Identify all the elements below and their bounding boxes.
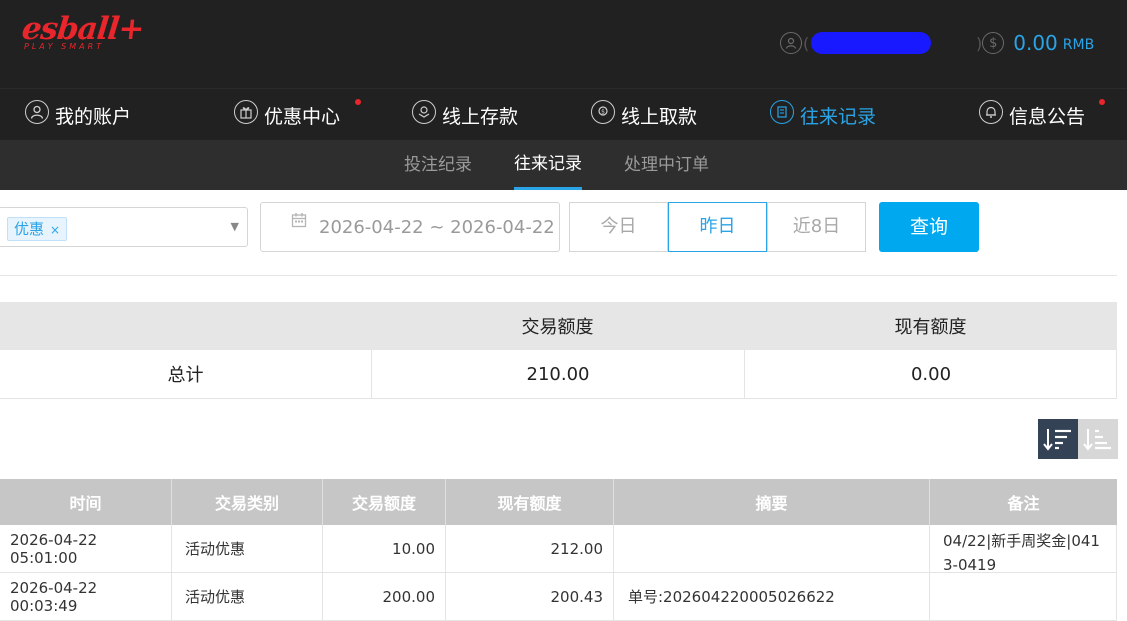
date-range-value: 2026-04-22 ~ 2026-04-22 (319, 217, 555, 238)
nav-item-label: 线上取款 (621, 102, 697, 129)
remove-tag-icon[interactable]: × (50, 223, 60, 237)
cell-balance: 212.00 (446, 525, 614, 572)
user-icon (780, 32, 802, 54)
tab-bet-records[interactable]: 投注纪录 (404, 140, 472, 190)
column-summary[interactable]: 摘要 (614, 479, 930, 525)
svg-text:$: $ (601, 109, 605, 116)
nav-item-label: 我的账户 (55, 102, 131, 129)
notification-dot (1099, 99, 1105, 105)
withdraw-icon: $ (591, 100, 615, 124)
last-8-days-button[interactable]: 近8日 (767, 202, 866, 252)
sort-descending-icon (1043, 426, 1073, 452)
sort-ascending-button[interactable] (1078, 419, 1118, 459)
logo[interactable]: esball+ PLAY SMART (22, 12, 143, 51)
column-remarks[interactable]: 备注 (930, 479, 1117, 525)
nav-item-my-account[interactable]: 我的账户 (25, 89, 131, 141)
logo-text: esball+ (20, 12, 145, 46)
tab-transaction-records[interactable]: 往来记录 (514, 140, 582, 190)
nav-item-label: 线上存款 (442, 102, 518, 129)
summary-header-amount: 交易额度 (371, 302, 744, 350)
nav-item-transactions[interactable]: 往来记录 (770, 89, 876, 141)
summary-total-amount: 210.00 (371, 350, 744, 398)
sort-ascending-icon (1083, 426, 1113, 452)
nav-item-label: 优惠中心 (264, 102, 340, 129)
column-balance[interactable]: 现有额度 (446, 479, 614, 525)
balance-amount: 0.00 (1013, 31, 1058, 55)
table-row: 2026-04-22 00:03:49 活动优惠 200.00 200.43 单… (0, 573, 1117, 621)
gift-icon (234, 100, 258, 124)
column-time[interactable]: 时间 (0, 479, 172, 525)
username-bracket: ( (803, 34, 809, 53)
divider (0, 275, 1117, 276)
selected-type-label: 优惠 (14, 220, 44, 238)
summary-total-label: 总计 (0, 350, 371, 398)
column-amount[interactable]: 交易额度 (323, 479, 446, 525)
user-info[interactable]: ( (780, 30, 931, 56)
today-button[interactable]: 今日 (569, 202, 668, 252)
balance-currency: RMB (1063, 37, 1094, 53)
selected-type-tag[interactable]: 优惠 × (7, 217, 67, 241)
summary-row: 总计 210.00 0.00 (0, 350, 1117, 399)
nav-item-withdraw[interactable]: $ 线上取款 (591, 89, 697, 141)
records-icon (770, 100, 794, 124)
main-nav: 我的账户 优惠中心 线上存款 $ 线上取款 往来记录 信息公告 (0, 88, 1127, 140)
user-icon (25, 100, 49, 124)
summary-header: 交易额度 现有额度 (0, 302, 1117, 350)
nav-item-label: 往来记录 (800, 102, 876, 129)
top-bar: esball+ PLAY SMART ( ) $ 0.00 RMB (0, 0, 1127, 88)
transaction-type-select[interactable]: 优惠 × ▼ (0, 207, 248, 247)
deposit-icon (412, 100, 436, 124)
cell-summary (614, 525, 930, 572)
yesterday-button[interactable]: 昨日 (668, 202, 767, 252)
cell-amount: 10.00 (323, 525, 446, 572)
summary-header-balance: 现有额度 (744, 302, 1117, 350)
username-redacted (811, 32, 931, 54)
nav-item-label: 信息公告 (1009, 102, 1085, 129)
summary-total-balance: 0.00 (744, 350, 1117, 398)
summary-header-blank (0, 302, 371, 350)
cell-remarks: 04/22|新手周奖金|0413-0419 (930, 525, 1117, 572)
column-type[interactable]: 交易类别 (172, 479, 323, 525)
cell-type: 活动优惠 (172, 525, 323, 572)
nav-item-deposit[interactable]: 线上存款 (412, 89, 518, 141)
tab-pending-orders[interactable]: 处理中订单 (624, 140, 709, 190)
table-row: 2026-04-22 05:01:00 活动优惠 10.00 212.00 04… (0, 525, 1117, 573)
bell-icon (979, 100, 1003, 124)
balance-info: ) $ 0.00 RMB (975, 30, 1094, 56)
cell-time: 2026-04-22 05:01:00 (0, 525, 172, 572)
calendar-icon (291, 212, 307, 228)
sort-descending-button[interactable] (1038, 419, 1078, 459)
dropdown-arrow-icon[interactable]: ▼ (231, 220, 239, 233)
query-button[interactable]: 查询 (879, 202, 979, 252)
nav-item-announcements[interactable]: 信息公告 (979, 89, 1085, 141)
sub-nav: 投注纪录 往来记录 处理中订单 (0, 140, 1127, 190)
date-range-picker[interactable]: 2026-04-22 ~ 2026-04-22 (260, 202, 560, 252)
notification-dot (355, 99, 361, 105)
records-header: 时间 交易类别 交易额度 现有额度 摘要 备注 (0, 479, 1117, 525)
coin-icon: $ (982, 32, 1004, 54)
nav-item-promotions[interactable]: 优惠中心 (234, 89, 340, 141)
